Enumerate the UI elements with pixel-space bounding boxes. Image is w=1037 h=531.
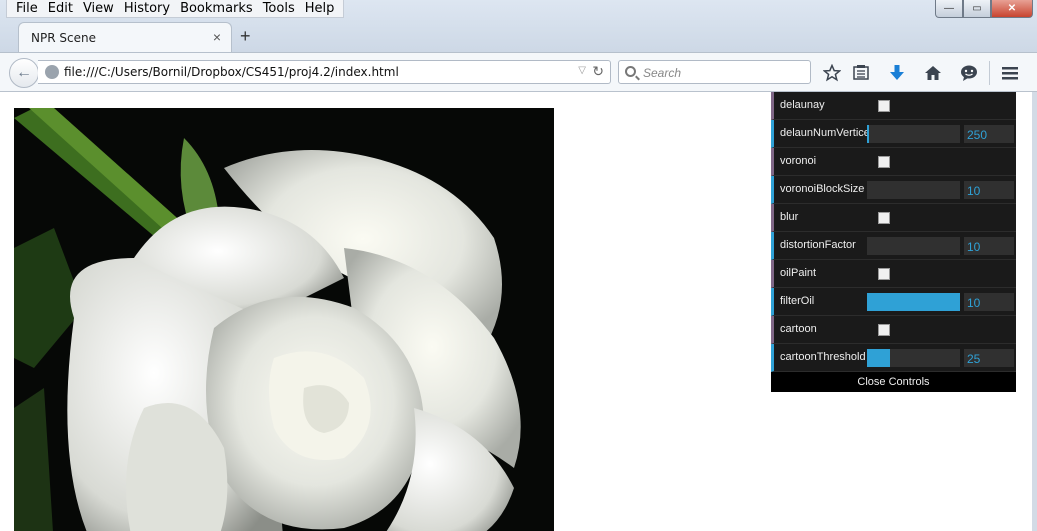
delaunay-checkbox[interactable] (878, 100, 890, 112)
delaunNumVertice-number-input[interactable]: 250 (964, 125, 1014, 143)
search-input[interactable]: Search (618, 60, 811, 84)
url-bar[interactable]: file:///C:/Users/Bornil/Dropbox/CS451/pr… (38, 60, 611, 84)
slider-fill (867, 125, 869, 143)
home-icon[interactable] (922, 63, 944, 83)
maximize-button[interactable]: ▭ (963, 0, 991, 18)
control-row-cartoon: cartoon (771, 316, 1016, 344)
delaunNumVertice-slider[interactable] (867, 125, 960, 143)
search-icon (625, 66, 636, 77)
navigation-toolbar: ← file:///C:/Users/Bornil/Dropbox/CS451/… (0, 52, 1037, 92)
controls-panel: delaunay delaunNumVertice 250 voronoi vorono… (771, 92, 1016, 392)
control-row-voronoiBlockSize: voronoiBlockSize 10 (771, 176, 1016, 204)
globe-icon (45, 65, 59, 79)
slider-fill (867, 349, 890, 367)
menu-bar: File Edit View History Bookmarks Tools H… (6, 0, 345, 18)
control-label: delaunay (780, 99, 825, 111)
minimize-button[interactable]: — (935, 0, 963, 18)
rose-canvas-image (14, 108, 554, 531)
voronoiBlockSize-number-input[interactable]: 10 (964, 181, 1014, 199)
control-row-delaunNumVertice: delaunNumVertice 250 (771, 120, 1016, 148)
control-row-delaunay: delaunay (771, 92, 1016, 120)
control-label: voronoi (780, 155, 817, 167)
reading-list-icon[interactable] (850, 63, 872, 83)
menu-help[interactable]: Help (300, 0, 340, 17)
control-label: cartoonThreshold (780, 351, 866, 363)
tab-npr-scene[interactable]: NPR Scene × (18, 22, 232, 52)
filterOil-slider[interactable] (867, 293, 960, 311)
menu-history[interactable]: History (119, 0, 175, 17)
new-tab-button[interactable]: + (240, 26, 251, 47)
url-text: file:///C:/Users/Bornil/Dropbox/CS451/pr… (64, 65, 399, 79)
slider-fill (867, 293, 960, 311)
voronoi-checkbox[interactable] (878, 156, 890, 168)
blur-checkbox[interactable] (878, 212, 890, 224)
menu-edit[interactable]: Edit (43, 0, 78, 17)
distortionFactor-slider[interactable] (867, 237, 960, 255)
tab-close-icon[interactable]: × (213, 29, 221, 45)
control-row-distortionFactor: distortionFactor 10 (771, 232, 1016, 260)
control-label: cartoon (780, 323, 817, 335)
oilPaint-checkbox[interactable] (878, 268, 890, 280)
control-label: voronoiBlockSize (780, 183, 865, 195)
control-row-blur: blur (771, 204, 1016, 232)
menu-tools[interactable]: Tools (258, 0, 300, 17)
search-placeholder: Search (643, 66, 682, 80)
close-controls-button[interactable]: Close Controls (771, 372, 1016, 392)
window-titlebar: File Edit View History Bookmarks Tools H… (0, 0, 1037, 52)
back-button[interactable]: ← (9, 58, 39, 88)
menu-file[interactable]: File (11, 0, 43, 17)
control-label: blur (780, 211, 799, 223)
control-label: filterOil (780, 295, 815, 307)
url-dropdown-icon[interactable]: ▽ (578, 65, 586, 76)
toolbar-separator (989, 61, 990, 85)
tab-title: NPR Scene (31, 31, 96, 45)
control-label: distortionFactor (780, 239, 856, 251)
cartoonThreshold-slider[interactable] (867, 349, 960, 367)
window-right-border (1032, 92, 1037, 531)
distortionFactor-number-input[interactable]: 10 (964, 237, 1014, 255)
control-label: delaunNumVertice (780, 127, 870, 139)
menu-bookmarks[interactable]: Bookmarks (175, 0, 258, 17)
control-row-filterOil: filterOil 10 (771, 288, 1016, 316)
hamburger-menu-icon[interactable] (999, 63, 1021, 83)
filterOil-number-input[interactable]: 10 (964, 293, 1014, 311)
download-icon[interactable] (886, 63, 908, 83)
cartoonThreshold-number-input[interactable]: 25 (964, 349, 1014, 367)
control-row-voronoi: voronoi (771, 148, 1016, 176)
window-controls: — ▭ ✕ (935, 0, 1033, 18)
page-content: delaunay delaunNumVertice 250 voronoi vorono… (0, 92, 1032, 531)
control-row-cartoonThreshold: cartoonThreshold 25 (771, 344, 1016, 372)
star-icon[interactable] (821, 63, 843, 83)
control-row-oilPaint: oilPaint (771, 260, 1016, 288)
cartoon-checkbox[interactable] (878, 324, 890, 336)
menu-view[interactable]: View (78, 0, 119, 17)
voronoiBlockSize-slider[interactable] (867, 181, 960, 199)
reload-icon[interactable]: ↻ (592, 63, 604, 80)
control-label: oilPaint (780, 267, 817, 279)
close-window-button[interactable]: ✕ (991, 0, 1033, 18)
chat-icon[interactable] (958, 63, 980, 83)
